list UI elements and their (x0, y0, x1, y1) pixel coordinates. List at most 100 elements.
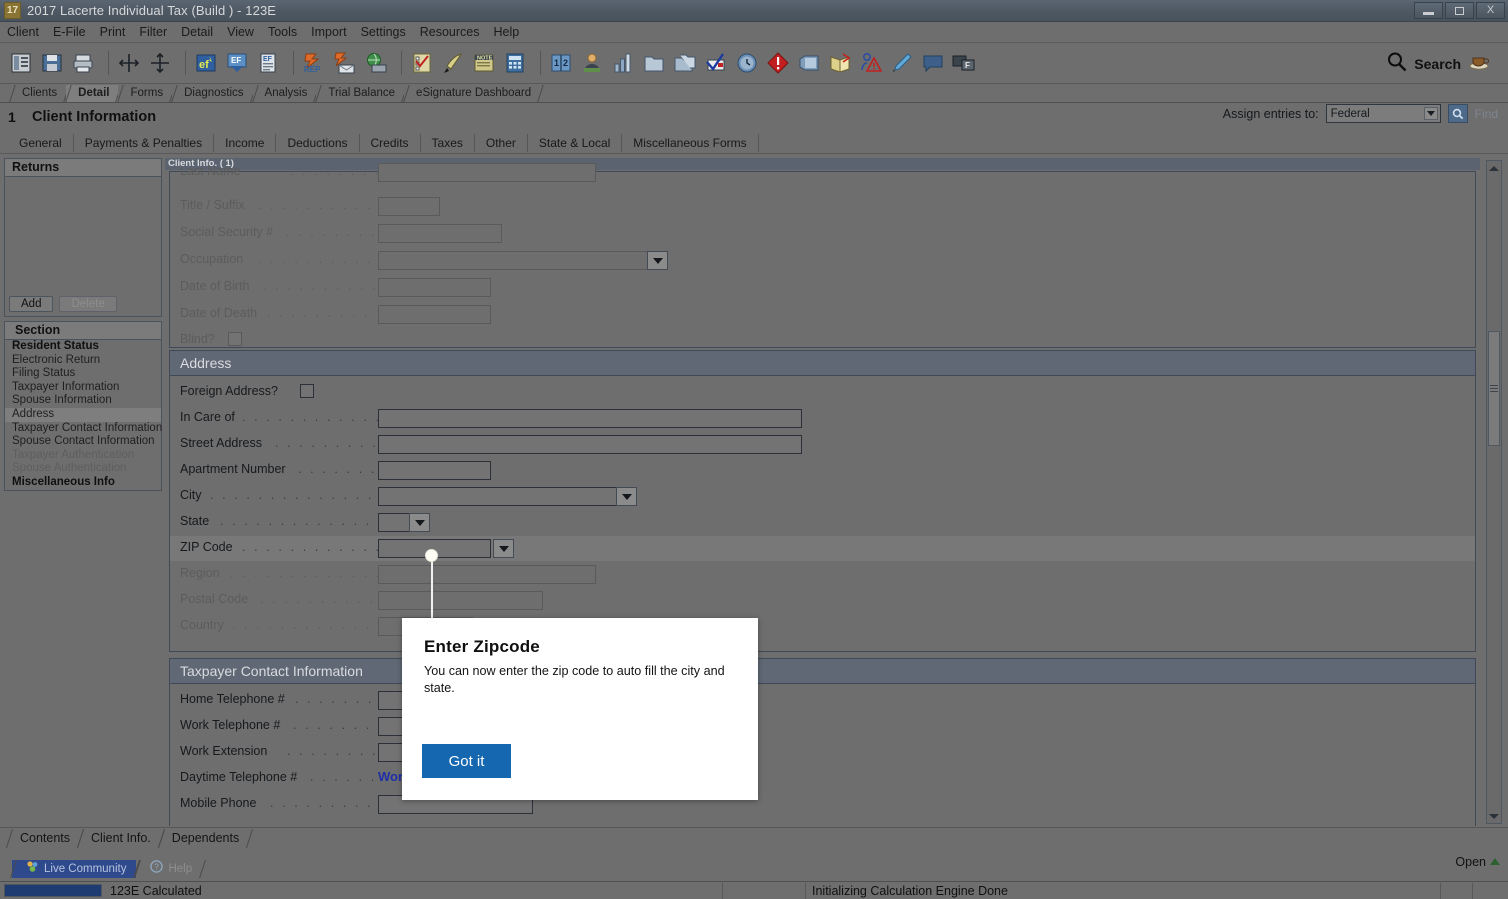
sidebar-item-taxpayer-contact-information[interactable]: Taxpayer Contact Information (5, 422, 162, 436)
input-street-address[interactable] (378, 435, 802, 454)
efile-icon[interactable]: ef (193, 50, 219, 76)
tab-state-local[interactable]: State & Local (528, 133, 623, 152)
chevron-down-icon[interactable] (493, 539, 514, 558)
menu-item-tools[interactable]: Tools (261, 23, 304, 41)
chevron-down-icon[interactable] (409, 513, 430, 532)
returns-list[interactable]: Add Delete (4, 177, 162, 317)
chevron-down-icon[interactable] (1423, 107, 1438, 120)
sidebar-item-resident-status[interactable]: Resident Status (5, 340, 161, 354)
chevron-up-icon[interactable] (1490, 858, 1500, 865)
efile-download-icon[interactable]: EF (224, 50, 250, 76)
lightning-envelope-icon[interactable] (332, 50, 358, 76)
module-tab-clients[interactable]: Clients (10, 85, 67, 102)
tab-payments-penalties[interactable]: Payments & Penalties (74, 133, 215, 152)
help-tab[interactable]: ? Help (136, 859, 202, 878)
assign-entries-dropdown[interactable]: Federal (1325, 104, 1441, 123)
add-button[interactable]: Add (9, 296, 54, 312)
delete-button[interactable]: Delete (59, 296, 117, 312)
tab-deductions[interactable]: Deductions (276, 133, 360, 152)
got-it-button[interactable]: Got it (422, 744, 511, 778)
bottom-tab-contents[interactable]: Contents (8, 829, 79, 848)
close-button[interactable]: X (1476, 2, 1505, 19)
ledger-icon[interactable] (8, 50, 34, 76)
chevron-down-icon[interactable] (616, 487, 637, 506)
tab-general[interactable]: General (8, 133, 74, 152)
monitor-icon[interactable] (796, 50, 822, 76)
input-date-of-death[interactable] (378, 305, 491, 324)
open-book-icon[interactable] (827, 50, 853, 76)
sidebar-item-spouse-information[interactable]: Spouse Information (5, 394, 161, 408)
clock-icon[interactable] (734, 50, 760, 76)
tab-other[interactable]: Other (475, 133, 528, 152)
open-panel-label[interactable]: Open (1455, 855, 1486, 869)
input-social-security[interactable] (378, 224, 502, 243)
sidebar-item-spouse-authentication[interactable]: Spouse Authentication (5, 462, 161, 476)
scroll-down-button[interactable] (1487, 809, 1501, 823)
tab-taxes[interactable]: Taxes (421, 133, 475, 152)
check-mail-icon[interactable] (703, 50, 729, 76)
restore-button[interactable] (1445, 2, 1474, 19)
scrollbar-thumb[interactable] (1488, 331, 1500, 446)
save-icon[interactable] (39, 50, 65, 76)
sidebar-item-spouse-contact-information[interactable]: Spouse Contact Information (5, 435, 161, 449)
alert-icon[interactable] (765, 50, 791, 76)
sidebar-item-miscellaneous-info[interactable]: Miscellaneous Info (5, 476, 161, 490)
globe-laptop-icon[interactable] (363, 50, 389, 76)
menu-item-detail[interactable]: Detail (174, 23, 220, 41)
bottom-tab-client-info[interactable]: Client Info. (79, 829, 160, 848)
remote-icon[interactable]: F (951, 50, 977, 76)
find-label[interactable]: Find (1475, 107, 1498, 121)
sidebar-item-address[interactable]: Address (5, 407, 161, 422)
menu-item-settings[interactable]: Settings (354, 23, 413, 41)
pencil-icon[interactable] (889, 50, 915, 76)
menu-item-efile[interactable]: E-File (46, 23, 93, 41)
input-region[interactable] (378, 565, 596, 584)
sidebar-item-taxpayer-information[interactable]: Taxpayer Information (5, 381, 161, 395)
tab-income[interactable]: Income (214, 133, 277, 152)
expand-horizontal-icon[interactable] (116, 50, 142, 76)
bottom-tab-dependents[interactable]: Dependents (160, 829, 248, 848)
coffee-icon[interactable] (1468, 53, 1490, 76)
module-tab-analysis[interactable]: Analysis (252, 85, 317, 102)
menu-item-view[interactable]: View (220, 23, 261, 41)
comment-icon[interactable] (920, 50, 946, 76)
note-icon[interactable]: NOTE (471, 50, 497, 76)
checkbox-blind[interactable] (228, 332, 242, 346)
tab-miscellaneous-forms[interactable]: Miscellaneous Forms (622, 133, 759, 152)
menu-item-filter[interactable]: Filter (132, 23, 174, 41)
input-city[interactable] (378, 487, 624, 506)
input-apartment-number[interactable] (378, 461, 491, 480)
pen-icon[interactable] (440, 50, 466, 76)
toolbar-search[interactable]: Search (1386, 51, 1490, 77)
menu-item-import[interactable]: Import (304, 23, 353, 41)
print-icon[interactable] (70, 50, 96, 76)
value-daytime-telephone[interactable]: Wor (378, 769, 403, 784)
input-last-name[interactable] (378, 163, 596, 182)
module-tab-detail[interactable]: Detail (66, 85, 119, 102)
menu-item-print[interactable]: Print (93, 23, 133, 41)
input-title-suffix[interactable] (378, 197, 440, 216)
module-tab-trial-balance[interactable]: Trial Balance (316, 85, 405, 102)
calculator-icon[interactable] (502, 50, 528, 76)
person-icon[interactable] (579, 50, 605, 76)
menu-item-resources[interactable]: Resources (413, 23, 487, 41)
find-button[interactable] (1447, 104, 1468, 123)
menu-item-help[interactable]: Help (487, 23, 527, 41)
sidebar-item-electronic-return[interactable]: Electronic Return (5, 354, 161, 368)
tab-credits[interactable]: Credits (360, 133, 421, 152)
sidebar-item-filing-status[interactable]: Filing Status (5, 367, 161, 381)
menu-item-client[interactable]: Client (0, 23, 46, 41)
bar-chart-icon[interactable] (610, 50, 636, 76)
warning-person-icon[interactable] (858, 50, 884, 76)
module-tab-esignature-dashboard[interactable]: eSignature Dashboard (404, 85, 541, 102)
expand-vertical-icon[interactable] (147, 50, 173, 76)
module-tab-forms[interactable]: Forms (118, 85, 173, 102)
input-in-care-of[interactable] (378, 409, 802, 428)
sidebar-item-taxpayer-authentication[interactable]: Taxpayer Authentication (5, 449, 161, 463)
input-date-of-birth[interactable] (378, 278, 491, 297)
checkbox-foreign-address[interactable] (300, 384, 314, 398)
rep-lightning-icon[interactable]: REP (301, 50, 327, 76)
checklist-icon[interactable] (409, 50, 435, 76)
input-occupation[interactable] (378, 251, 668, 270)
chevron-down-icon[interactable] (647, 251, 668, 270)
